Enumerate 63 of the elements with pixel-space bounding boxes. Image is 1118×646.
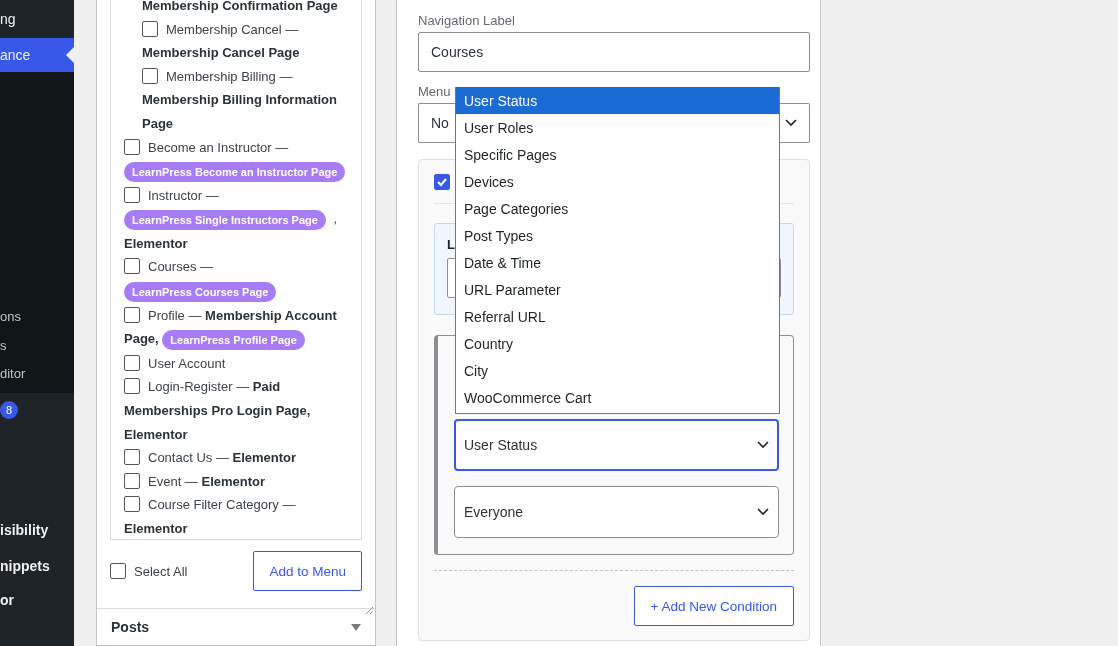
page-title: Membership Cancel Page bbox=[142, 45, 300, 61]
field-label: Menu bbox=[418, 83, 452, 100]
page-title: Membership Confirmation Page bbox=[142, 0, 338, 13]
checkbox[interactable] bbox=[124, 258, 140, 275]
section-title[interactable]: Posts bbox=[111, 619, 150, 635]
checkbox[interactable] bbox=[124, 306, 140, 323]
checkbox[interactable] bbox=[124, 138, 140, 155]
add-condition-button[interactable]: + Add New Condition bbox=[633, 586, 794, 626]
page-title: Elementor bbox=[124, 520, 188, 536]
page-title: Event — Elementor bbox=[148, 473, 266, 489]
page-title: Membership Billing Information bbox=[142, 92, 337, 108]
dropdown-option[interactable]: User Status bbox=[456, 87, 779, 114]
logic-label: L bbox=[447, 237, 455, 252]
checkbox[interactable] bbox=[124, 472, 140, 489]
checkbox[interactable] bbox=[142, 20, 158, 37]
checkbox[interactable] bbox=[124, 449, 140, 466]
navigation-label-field[interactable]: Courses bbox=[418, 32, 810, 72]
submenu-item[interactable]: s bbox=[0, 331, 74, 360]
sidebar-item[interactable]: ng bbox=[0, 0, 74, 38]
page-title: Page bbox=[142, 115, 174, 131]
sidebar-item[interactable]: ance bbox=[0, 38, 74, 72]
page-title: Profile — Membership Account bbox=[148, 307, 337, 323]
submenu-item[interactable]: ditor bbox=[0, 359, 74, 388]
page-title: Contact Us — Elementor bbox=[148, 450, 297, 466]
page-title: Instructor — bbox=[148, 187, 219, 203]
condition-select[interactable]: Everyone bbox=[454, 486, 779, 538]
add-to-menu-button[interactable]: Add to Menu bbox=[253, 551, 362, 591]
checkbox[interactable] bbox=[124, 496, 140, 513]
page-title: Course Filter Category — bbox=[148, 497, 296, 513]
page-title: Membership Cancel — bbox=[166, 21, 299, 37]
resize-handle-icon[interactable] bbox=[365, 606, 373, 614]
page-title: Memberships Pro Login Page, bbox=[124, 402, 311, 418]
field-label: Navigation Label bbox=[418, 12, 516, 29]
page-title: Login-Register — Paid bbox=[148, 379, 281, 395]
sidebar-item[interactable]: nippets bbox=[0, 549, 74, 583]
page-tag: LearnPress Become an Instructor Page bbox=[124, 161, 346, 182]
checkbox[interactable] bbox=[434, 173, 450, 190]
select-all-label: Select All bbox=[134, 563, 188, 579]
count-badge: 8 bbox=[0, 401, 18, 419]
page-title: Page, bbox=[124, 331, 159, 347]
page-title: User Account bbox=[148, 355, 226, 371]
checkbox[interactable] bbox=[142, 67, 158, 84]
sidebar-item[interactable]: isibility bbox=[0, 513, 74, 547]
submenu-item[interactable]: ons bbox=[0, 302, 74, 331]
page-tag: LearnPress Profile Page bbox=[162, 329, 305, 350]
page-title: Courses — bbox=[148, 259, 214, 275]
chevron-down-icon bbox=[757, 508, 769, 516]
page-title: Elementor bbox=[124, 426, 188, 442]
page-title: Membership Billing — bbox=[166, 68, 293, 84]
page-title: Become an Instructor — bbox=[148, 139, 289, 155]
sidebar-item[interactable]: or bbox=[0, 583, 74, 617]
triangle-icon[interactable] bbox=[351, 623, 361, 631]
checkbox[interactable] bbox=[124, 378, 140, 395]
checkbox[interactable] bbox=[124, 354, 140, 371]
page-title: , bbox=[333, 211, 338, 227]
checkbox[interactable] bbox=[124, 186, 140, 203]
page-tag: LearnPress Courses Page bbox=[124, 281, 277, 302]
chevron-down-icon bbox=[757, 441, 769, 449]
page-title: Elementor bbox=[124, 235, 188, 251]
condition-select[interactable]: User Status bbox=[454, 419, 779, 471]
chevron-down-icon bbox=[785, 119, 797, 127]
page-tag: LearnPress Single Instructors Page bbox=[124, 209, 326, 230]
checkbox[interactable] bbox=[110, 563, 126, 579]
